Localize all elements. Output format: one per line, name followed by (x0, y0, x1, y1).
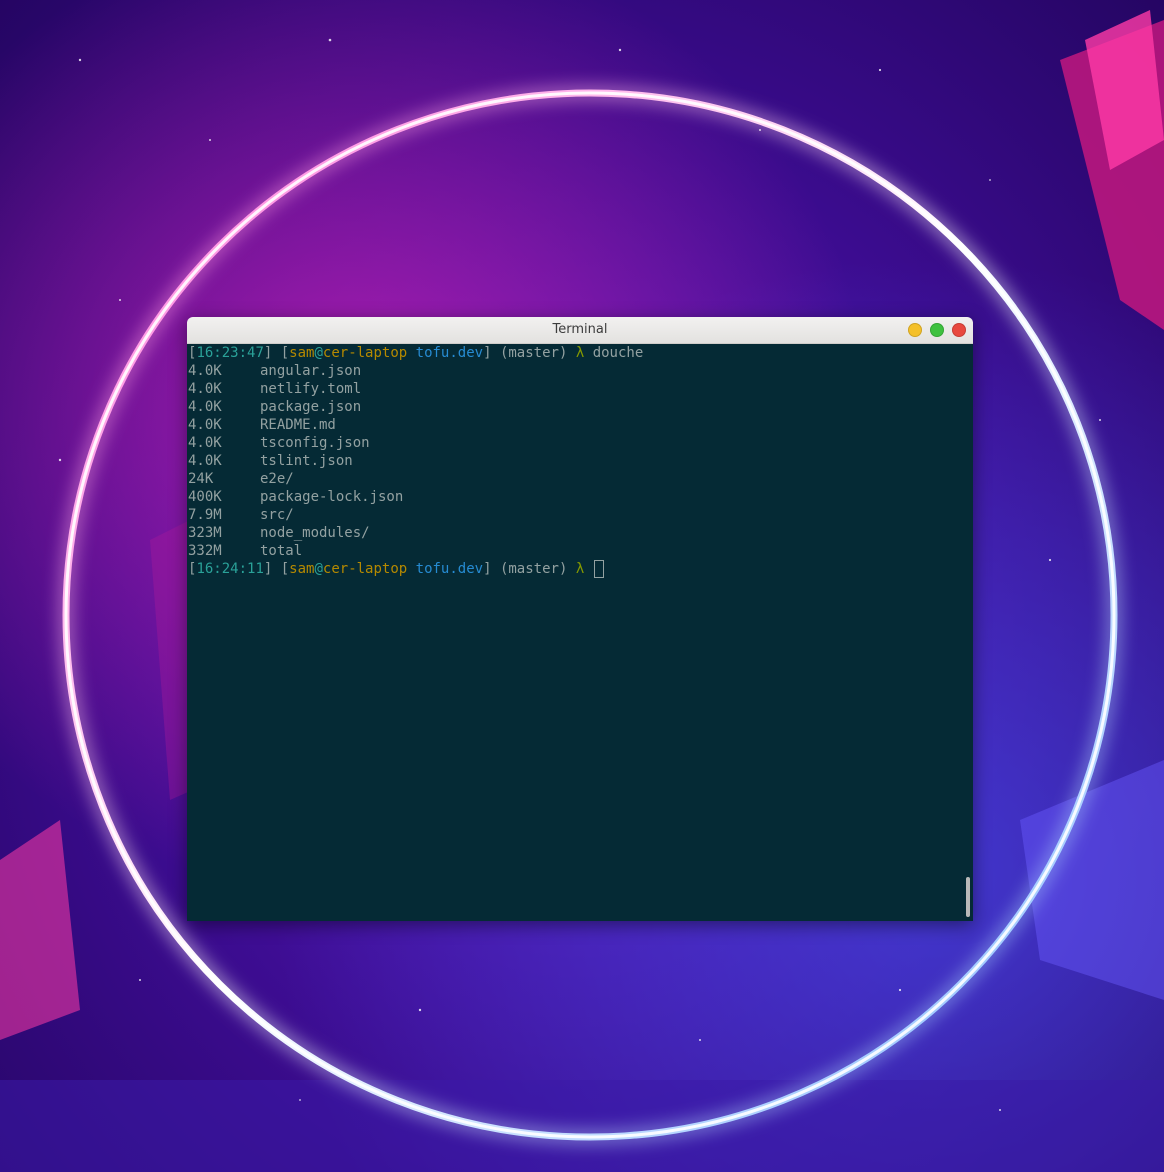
file-name: package-lock.json (260, 489, 404, 505)
list-item: 400K package-lock.json (188, 488, 973, 506)
list-item: 4.0K package.json (188, 398, 973, 416)
list-item: 7.9M src/ (188, 506, 973, 524)
file-name: angular.json (260, 363, 362, 379)
prompt-branch: (master) (499, 345, 568, 361)
file-size: 4.0K (188, 381, 222, 397)
prompt-time: 16:24:11 (196, 561, 264, 577)
prompt-line: [16:23:47] [sam@cer-laptop tofu.dev] (ma… (188, 345, 644, 361)
file-name: tsconfig.json (260, 435, 370, 451)
prompt-at: @ (314, 345, 323, 361)
close-button[interactable] (952, 323, 966, 337)
list-item: 4.0K angular.json (188, 362, 973, 380)
file-size: 4.0K (188, 453, 222, 469)
file-name: e2e/ (260, 471, 294, 487)
file-size: 24K (188, 471, 214, 487)
file-name: package.json (260, 399, 362, 415)
file-name: README.md (260, 417, 336, 433)
file-size: 323M (188, 525, 222, 541)
prompt-symbol: λ (575, 345, 585, 361)
prompt-dir: tofu.dev (415, 345, 484, 361)
prompt-host: cer-laptop (322, 561, 408, 577)
file-name: node_modules/ (260, 525, 370, 541)
prompt-at: @ (314, 561, 323, 577)
prompt-dir: tofu.dev (415, 561, 484, 577)
file-size: 7.9M (188, 507, 222, 523)
list-item: 4.0K tsconfig.json (188, 434, 973, 452)
list-item: 4.0K tslint.json (188, 452, 973, 470)
file-name: tslint.json (260, 453, 353, 469)
prompt-host: cer-laptop (322, 345, 408, 361)
prompt-command: douche (592, 345, 644, 361)
file-size: 4.0K (188, 435, 222, 451)
file-size: 4.0K (188, 363, 222, 379)
terminal-output[interactable]: [16:23:47] [sam@cer-laptop tofu.dev] (ma… (187, 344, 973, 921)
file-name: total (260, 543, 303, 559)
file-name: netlify.toml (260, 381, 362, 397)
prompt-branch: (master) (499, 561, 568, 577)
list-item: 323M node_modules/ (188, 524, 973, 542)
prompt-time: 16:23:47 (196, 345, 264, 361)
file-name: src/ (260, 507, 294, 523)
list-item: 4.0K netlify.toml (188, 380, 973, 398)
title-bar[interactable]: Terminal (187, 317, 973, 344)
list-item: 4.0K README.md (188, 416, 973, 434)
prompt-user: sam (289, 345, 315, 361)
scrollbar[interactable] (966, 877, 970, 917)
list-item: 24K e2e/ (188, 470, 973, 488)
list-item-total: 332M total (188, 542, 973, 560)
prompt-symbol: λ (575, 561, 585, 577)
text-cursor (593, 560, 604, 578)
minimize-button[interactable] (908, 323, 922, 337)
file-size: 4.0K (188, 417, 222, 433)
window-title: Terminal (552, 322, 608, 337)
terminal-window[interactable]: Terminal [16:23:47] [sam@cer-laptop tofu… (187, 317, 973, 921)
prompt-line[interactable]: [16:24:11] [sam@cer-laptop tofu.dev] (ma… (188, 560, 973, 578)
file-size: 4.0K (188, 399, 222, 415)
file-size: 332M (188, 543, 222, 559)
prompt-user: sam (289, 561, 315, 577)
file-size: 400K (188, 489, 222, 505)
maximize-button[interactable] (930, 323, 944, 337)
